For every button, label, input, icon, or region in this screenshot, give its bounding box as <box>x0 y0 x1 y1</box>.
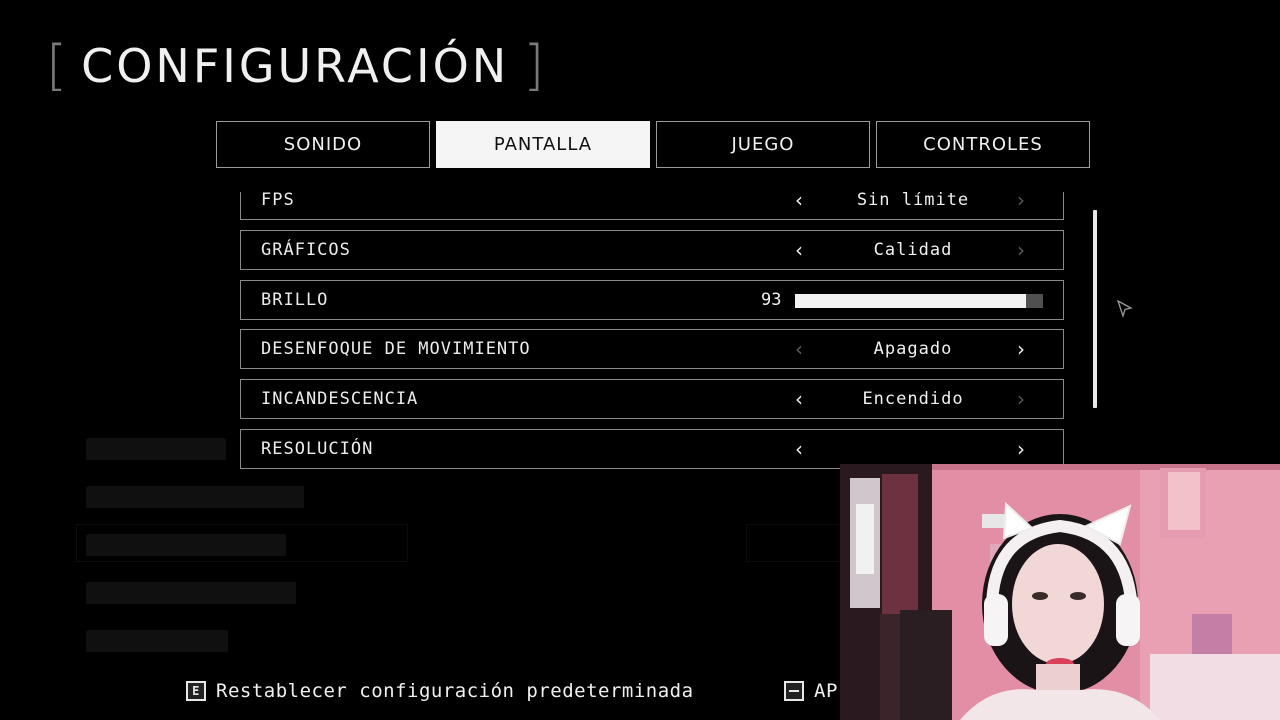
tab-pantalla[interactable]: PANTALLA <box>436 121 650 168</box>
setting-value: Encendido <box>862 389 964 409</box>
brightness-slider[interactable] <box>795 294 1043 308</box>
chevron-right-icon[interactable]: › <box>1017 238 1025 262</box>
tab-controles[interactable]: CONTROLES <box>876 121 1090 168</box>
reset-defaults-hint[interactable]: E Restablecer configuración predetermina… <box>186 680 694 702</box>
reset-defaults-label: Restablecer configuración predeterminada <box>216 680 694 702</box>
apply-label: AP <box>814 680 838 702</box>
ghost-item <box>86 582 296 604</box>
streamer-webcam-image <box>840 464 1280 720</box>
setting-label: DESENFOQUE DE MOVIMIENTO <box>261 339 531 359</box>
chevron-left-icon[interactable]: ‹ <box>795 192 803 212</box>
chevron-right-icon[interactable]: › <box>1017 192 1025 212</box>
title-bracket-right: ] <box>523 34 545 97</box>
page-title: CONFIGURACIÓN <box>81 39 510 93</box>
ghost-item <box>86 630 228 652</box>
webcam-overlay <box>840 464 1280 720</box>
setting-value: Sin límite <box>856 192 970 210</box>
settings-tabs: SONIDO PANTALLA JUEGO CONTROLES <box>216 121 1090 168</box>
title-bracket-left: [ <box>46 34 68 97</box>
settings-list: FPS ‹ Sin límite › GRÁFICOS ‹ Calidad › … <box>240 192 1064 470</box>
chevron-right-icon[interactable]: › <box>1017 337 1025 361</box>
chevron-right-icon[interactable]: › <box>1017 437 1025 461</box>
settings-scrollbar[interactable] <box>1093 210 1097 408</box>
chevron-right-icon[interactable]: › <box>1017 387 1025 411</box>
ghost-item <box>86 438 226 460</box>
chevron-left-icon[interactable]: ‹ <box>795 337 803 361</box>
mouse-cursor-icon <box>1117 300 1133 318</box>
brightness-slider-fill <box>795 294 1026 308</box>
ghost-box <box>76 524 408 562</box>
key-minus-icon <box>784 681 804 701</box>
setting-row-brillo[interactable]: BRILLO 93 <box>240 280 1064 320</box>
setting-row-desenfoque[interactable]: DESENFOQUE DE MOVIMIENTO ‹ Apagado › <box>240 329 1064 369</box>
setting-row-fps[interactable]: FPS ‹ Sin límite › <box>240 192 1064 220</box>
setting-label: BRILLO <box>261 290 329 310</box>
setting-label: RESOLUCIÓN <box>261 439 374 459</box>
brightness-value: 93 <box>761 290 782 310</box>
setting-label: GRÁFICOS <box>261 240 351 260</box>
ghost-item <box>86 486 304 508</box>
setting-row-resolucion[interactable]: RESOLUCIÓN ‹ › <box>240 429 1064 469</box>
setting-row-incandescencia[interactable]: INCANDESCENCIA ‹ Encendido › <box>240 379 1064 419</box>
chevron-left-icon[interactable]: ‹ <box>795 437 803 461</box>
apply-hint[interactable]: AP <box>784 680 838 702</box>
tab-sonido[interactable]: SONIDO <box>216 121 430 168</box>
chevron-left-icon[interactable]: ‹ <box>795 387 803 411</box>
setting-value: Apagado <box>873 339 953 359</box>
tab-juego[interactable]: JUEGO <box>656 121 870 168</box>
chevron-left-icon[interactable]: ‹ <box>795 238 803 262</box>
key-e-icon: E <box>186 681 206 701</box>
page-title-frame: [ CONFIGURACIÓN ] <box>46 34 545 97</box>
setting-label: FPS <box>261 192 295 210</box>
setting-row-graficos[interactable]: GRÁFICOS ‹ Calidad › <box>240 230 1064 270</box>
setting-label: INCANDESCENCIA <box>261 389 419 409</box>
setting-value: Calidad <box>873 240 953 260</box>
